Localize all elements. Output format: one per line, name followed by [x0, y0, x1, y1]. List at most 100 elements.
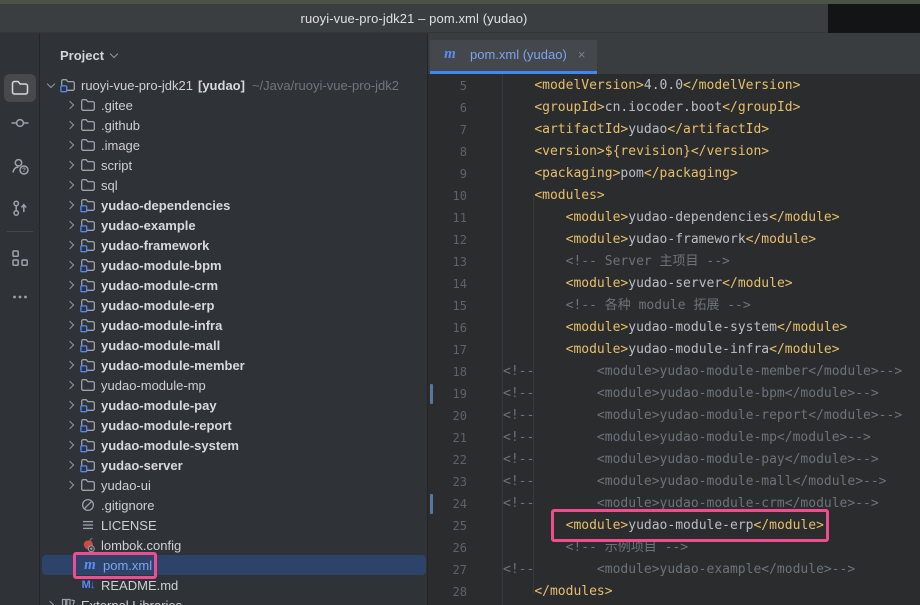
- tree-item-script[interactable]: script: [40, 155, 428, 175]
- code-line-22[interactable]: 22<!-- <module>yudao-module-pay</module>…: [428, 449, 920, 471]
- code-line-23[interactable]: 23<!-- <module>yudao-module-mall</module…: [428, 471, 920, 493]
- code-line-18[interactable]: 18<!-- <module>yudao-module-member</modu…: [428, 361, 920, 383]
- code-line-21[interactable]: 21<!-- <module>yudao-module-mp</module>-…: [428, 427, 920, 449]
- tree-item-yudao-module-system[interactable]: yudao-module-system: [40, 435, 428, 455]
- chevron-right-icon[interactable]: [62, 175, 80, 195]
- code-line-15[interactable]: 15 <!-- 各种 module 拓展 -->: [428, 295, 920, 317]
- code-line-7[interactable]: 7 <artifactId>yudao</artifactId>: [428, 119, 920, 141]
- tree-item-yudao-module-mall[interactable]: yudao-module-mall: [40, 335, 428, 355]
- code-line-6[interactable]: 6 <groupId>cn.iocoder.boot</groupId>: [428, 97, 920, 119]
- code-line-16[interactable]: 16 <module>yudao-module-system</module>: [428, 317, 920, 339]
- tree-item-gitee[interactable]: .gitee: [40, 95, 428, 115]
- chevron-right-icon[interactable]: [62, 355, 80, 375]
- line-number: 10: [428, 185, 467, 207]
- tree-item-lombok-config[interactable]: lombok.config: [40, 535, 428, 555]
- code-line-11[interactable]: 11 <module>yudao-dependencies</module>: [428, 207, 920, 229]
- chevron-right-icon[interactable]: [62, 335, 80, 355]
- more-button[interactable]: [4, 283, 36, 311]
- chevron-spacer: [62, 575, 80, 595]
- incoming-outgoing-button[interactable]: [4, 194, 36, 222]
- code-line-27[interactable]: 27<!-- <module>yudao-example</module>-->: [428, 559, 920, 581]
- code-text: <packaging>pom</packaging>: [503, 163, 738, 185]
- chevron-right-icon[interactable]: [62, 475, 80, 495]
- module-folder-icon: [80, 337, 96, 353]
- chevron-right-icon[interactable]: [62, 295, 80, 315]
- tree-item-yudao-module-pay[interactable]: yudao-module-pay: [40, 395, 428, 415]
- chevron-down-icon[interactable]: [42, 75, 60, 95]
- code-line-26[interactable]: 26 <!-- 示例项目 -->: [428, 537, 920, 559]
- tree-item-license[interactable]: LICENSE: [40, 515, 428, 535]
- line-number: 23: [428, 471, 467, 493]
- chevron-right-icon[interactable]: [62, 275, 80, 295]
- editor-tab-pom-xml[interactable]: m pom.xml (yudao) ×: [430, 40, 597, 74]
- chevron-right-icon[interactable]: [62, 135, 80, 155]
- tree-item-yudao-module-infra[interactable]: yudao-module-infra: [40, 315, 428, 335]
- chevron-right-icon[interactable]: [62, 95, 80, 115]
- tree-item-yudao-server[interactable]: yudao-server: [40, 455, 428, 475]
- tree-item-yudao-example[interactable]: yudao-example: [40, 215, 428, 235]
- code-line-25[interactable]: 25 <module>yudao-module-erp</module>: [428, 515, 920, 537]
- chevron-right-icon[interactable]: [62, 255, 80, 275]
- project-folder-button[interactable]: [4, 74, 36, 102]
- close-icon[interactable]: ×: [578, 47, 586, 62]
- tree-item-yudao-ui[interactable]: yudao-ui: [40, 475, 428, 495]
- code-line-8[interactable]: 8 <version>${revision}</version>: [428, 141, 920, 163]
- line-number: 21: [428, 427, 467, 449]
- chevron-right-icon[interactable]: [62, 435, 80, 455]
- tree-item-label: README.md: [101, 578, 178, 593]
- tree-item-yudao-module-member[interactable]: yudao-module-member: [40, 355, 428, 375]
- tool-strip-divider: [7, 231, 33, 232]
- tree-item-ruoyi-vue-pro-jdk21[interactable]: ruoyi-vue-pro-jdk21[yudao]~/Java/ruoyi-v…: [40, 75, 428, 95]
- folder-icon: [80, 137, 96, 153]
- code-text: <!-- 各种 module 拓展 -->: [503, 295, 751, 317]
- code-line-14[interactable]: 14 <module>yudao-server</module>: [428, 273, 920, 295]
- code-line-12[interactable]: 12 <module>yudao-framework</module>: [428, 229, 920, 251]
- module-folder-icon: [80, 297, 96, 313]
- code-line-28[interactable]: 28 </modules>: [428, 581, 920, 603]
- chevron-right-icon[interactable]: [62, 395, 80, 415]
- code-line-17[interactable]: 17 <module>yudao-module-infra</module>: [428, 339, 920, 361]
- tree-item-image[interactable]: .image: [40, 135, 428, 155]
- tree-item-yudao-dependencies[interactable]: yudao-dependencies: [40, 195, 428, 215]
- tree-item-github[interactable]: .github: [40, 115, 428, 135]
- tree-item-external-libraries[interactable]: External Libraries: [40, 595, 428, 605]
- code-line-19[interactable]: 19<!-- <module>yudao-module-bpm</module>…: [428, 383, 920, 405]
- tree-item-yudao-framework[interactable]: yudao-framework: [40, 235, 428, 255]
- line-number: 7: [428, 119, 467, 141]
- chevron-right-icon[interactable]: [62, 375, 80, 395]
- chevron-right-icon[interactable]: [62, 235, 80, 255]
- commit-button[interactable]: [4, 109, 36, 137]
- tree-item-sql[interactable]: sql: [40, 175, 428, 195]
- tree-item-yudao-module-bpm[interactable]: yudao-module-bpm: [40, 255, 428, 275]
- code-line-9[interactable]: 9 <packaging>pom</packaging>: [428, 163, 920, 185]
- chevron-right-icon[interactable]: [62, 115, 80, 135]
- chevron-right-icon[interactable]: [42, 595, 60, 605]
- chevron-right-icon[interactable]: [62, 215, 80, 235]
- tree-item-label: LICENSE: [101, 518, 157, 533]
- code-line-24[interactable]: 24<!-- <module>yudao-module-crm</module>…: [428, 493, 920, 515]
- project-tool-window-header[interactable]: Project: [40, 43, 117, 67]
- tree-item-yudao-module-mp[interactable]: yudao-module-mp: [40, 375, 428, 395]
- modules-button[interactable]: [4, 244, 36, 272]
- users-question-button[interactable]: ?: [4, 152, 36, 180]
- tree-item-yudao-module-report[interactable]: yudao-module-report: [40, 415, 428, 435]
- line-number: 18: [428, 361, 467, 383]
- tree-item-readme-md[interactable]: M↓README.md: [40, 575, 428, 595]
- module-folder-icon: [80, 197, 96, 213]
- code-editor[interactable]: 5 <modelVersion>4.0.0</modelVersion>6 <g…: [428, 74, 920, 605]
- code-text: <!-- <module>yudao-module-crm</module>--…: [503, 493, 879, 515]
- tree-item-yudao-module-erp[interactable]: yudao-module-erp: [40, 295, 428, 315]
- tree-item-pom-xml[interactable]: mpom.xml: [42, 555, 426, 575]
- tree-item-gitignore[interactable]: .gitignore: [40, 495, 428, 515]
- code-line-13[interactable]: 13 <!-- Server 主项目 -->: [428, 251, 920, 273]
- tree-item-yudao-module-crm[interactable]: yudao-module-crm: [40, 275, 428, 295]
- chevron-right-icon[interactable]: [62, 315, 80, 335]
- tree-item-label: yudao-module-mp: [101, 378, 206, 393]
- chevron-right-icon[interactable]: [62, 455, 80, 475]
- chevron-right-icon[interactable]: [62, 155, 80, 175]
- code-line-10[interactable]: 10 <modules>: [428, 185, 920, 207]
- code-line-5[interactable]: 5 <modelVersion>4.0.0</modelVersion>: [428, 75, 920, 97]
- chevron-right-icon[interactable]: [62, 195, 80, 215]
- chevron-right-icon[interactable]: [62, 415, 80, 435]
- code-line-20[interactable]: 20<!-- <module>yudao-module-report</modu…: [428, 405, 920, 427]
